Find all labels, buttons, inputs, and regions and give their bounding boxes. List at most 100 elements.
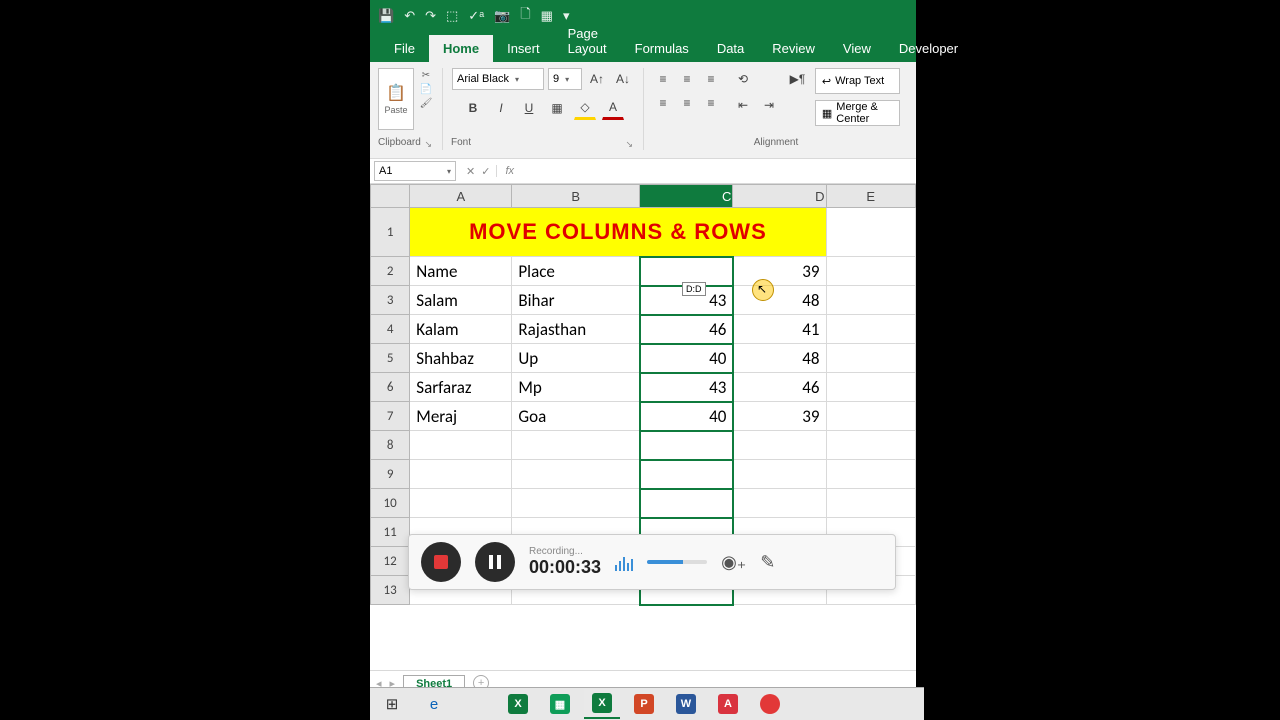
- pause-recording-button[interactable]: [475, 542, 515, 582]
- cell[interactable]: Salam: [410, 286, 512, 315]
- column-header-d[interactable]: D: [733, 185, 826, 208]
- cell[interactable]: [512, 460, 640, 489]
- cell[interactable]: [826, 208, 915, 257]
- copy-icon[interactable]: 📄: [418, 82, 434, 96]
- align-right-icon[interactable]: ≡: [700, 92, 722, 114]
- cell[interactable]: [826, 257, 915, 286]
- row-header[interactable]: 6: [371, 373, 410, 402]
- enter-formula-icon[interactable]: ✓: [481, 165, 490, 178]
- orientation-icon[interactable]: ⟲: [732, 68, 754, 90]
- merge-center-button[interactable]: ▦Merge & Center: [815, 100, 900, 126]
- row-header[interactable]: 12: [371, 547, 410, 576]
- cell[interactable]: Meraj: [410, 402, 512, 431]
- increase-font-icon[interactable]: A↑: [586, 68, 608, 90]
- cell[interactable]: [826, 373, 915, 402]
- tab-data[interactable]: Data: [703, 35, 758, 62]
- name-box[interactable]: A1▾: [374, 161, 456, 181]
- row-header[interactable]: 11: [371, 518, 410, 547]
- cell[interactable]: [410, 431, 512, 460]
- row-header[interactable]: 13: [371, 576, 410, 605]
- cell[interactable]: 40: [640, 344, 733, 373]
- align-center-icon[interactable]: ≡: [676, 92, 698, 114]
- cell[interactable]: Rajasthan: [512, 315, 640, 344]
- column-header-a[interactable]: A: [410, 185, 512, 208]
- form-icon[interactable]: ▦: [541, 8, 553, 24]
- fx-label[interactable]: fx: [496, 165, 514, 177]
- row-header[interactable]: 1: [371, 208, 410, 257]
- save-icon[interactable]: 💾: [378, 8, 394, 24]
- cell[interactable]: [512, 489, 640, 518]
- align-bottom-icon[interactable]: ≡: [700, 68, 722, 90]
- tab-file[interactable]: File: [380, 35, 429, 62]
- undo-icon[interactable]: ↶: [404, 8, 415, 24]
- row-header[interactable]: 10: [371, 489, 410, 518]
- recorder-app-icon[interactable]: [752, 690, 788, 718]
- excel-taskbar-icon[interactable]: X: [584, 689, 620, 719]
- cancel-formula-icon[interactable]: ✕: [466, 165, 475, 178]
- acrobat-icon[interactable]: A: [710, 690, 746, 718]
- increase-indent-icon[interactable]: ⇥: [758, 94, 780, 116]
- fill-color-button[interactable]: ◇: [574, 96, 596, 120]
- google-sheets-icon[interactable]: ▦: [542, 690, 578, 718]
- cell[interactable]: 39: [733, 257, 826, 286]
- cell[interactable]: 43: [640, 373, 733, 402]
- column-header-c[interactable]: C: [640, 185, 733, 208]
- cell[interactable]: [826, 460, 915, 489]
- new-file-icon[interactable]: 🗋: [520, 5, 530, 27]
- cell[interactable]: Kalam: [410, 315, 512, 344]
- font-name-select[interactable]: Arial Black▾: [452, 68, 544, 90]
- start-button[interactable]: ⊞: [374, 690, 410, 718]
- webcam-icon[interactable]: ◉₊: [721, 552, 746, 573]
- tab-home[interactable]: Home: [429, 35, 493, 62]
- format-painter-icon[interactable]: 🖌: [418, 96, 434, 110]
- cell[interactable]: [826, 315, 915, 344]
- row-header[interactable]: 5: [371, 344, 410, 373]
- cell[interactable]: [826, 286, 915, 315]
- spellcheck-icon[interactable]: ✓ᵃ: [468, 8, 484, 24]
- tab-formulas[interactable]: Formulas: [621, 35, 703, 62]
- cut-icon[interactable]: ✂: [418, 68, 434, 82]
- word-icon[interactable]: W: [668, 690, 704, 718]
- title-cell[interactable]: MOVE COLUMNS & ROWS: [410, 208, 826, 257]
- cell[interactable]: 46: [640, 315, 733, 344]
- qat-dropdown-icon[interactable]: ▾: [563, 8, 570, 24]
- font-color-button[interactable]: A: [602, 96, 624, 120]
- cell[interactable]: [512, 431, 640, 460]
- cell[interactable]: [733, 431, 826, 460]
- cell[interactable]: [826, 344, 915, 373]
- cell[interactable]: 48: [733, 344, 826, 373]
- align-middle-icon[interactable]: ≡: [676, 68, 698, 90]
- clipboard-dialog-launcher-icon[interactable]: ↘: [424, 139, 432, 150]
- cell[interactable]: [733, 460, 826, 489]
- touch-mode-icon[interactable]: ⬚: [446, 8, 458, 24]
- cell[interactable]: Goa: [512, 402, 640, 431]
- paste-button[interactable]: 📋 Paste: [378, 68, 414, 130]
- row-header[interactable]: 4: [371, 315, 410, 344]
- row-header[interactable]: 3: [371, 286, 410, 315]
- cell[interactable]: Bihar: [512, 286, 640, 315]
- tab-developer[interactable]: Developer: [885, 35, 972, 62]
- row-header[interactable]: 7: [371, 402, 410, 431]
- cell[interactable]: 48: [733, 286, 826, 315]
- align-top-icon[interactable]: ≡: [652, 68, 674, 90]
- cell[interactable]: [826, 402, 915, 431]
- cell[interactable]: 40: [640, 402, 733, 431]
- wrap-text-button[interactable]: ↩Wrap Text: [815, 68, 900, 94]
- file-explorer-icon[interactable]: [458, 690, 494, 718]
- cell[interactable]: [640, 460, 733, 489]
- cell[interactable]: 46: [733, 373, 826, 402]
- tab-review[interactable]: Review: [758, 35, 829, 62]
- column-header-e[interactable]: E: [826, 185, 915, 208]
- volume-slider[interactable]: [647, 560, 707, 564]
- powerpoint-icon[interactable]: P: [626, 690, 662, 718]
- cell[interactable]: Up: [512, 344, 640, 373]
- cell[interactable]: [410, 489, 512, 518]
- redo-icon[interactable]: ↷: [425, 8, 436, 24]
- text-direction-icon[interactable]: ▶¶: [786, 68, 809, 90]
- internet-explorer-icon[interactable]: e: [416, 690, 452, 718]
- cell[interactable]: 39: [733, 402, 826, 431]
- font-size-select[interactable]: 9▾: [548, 68, 582, 90]
- cell[interactable]: Mp: [512, 373, 640, 402]
- italic-button[interactable]: I: [490, 97, 512, 119]
- cell[interactable]: [826, 489, 915, 518]
